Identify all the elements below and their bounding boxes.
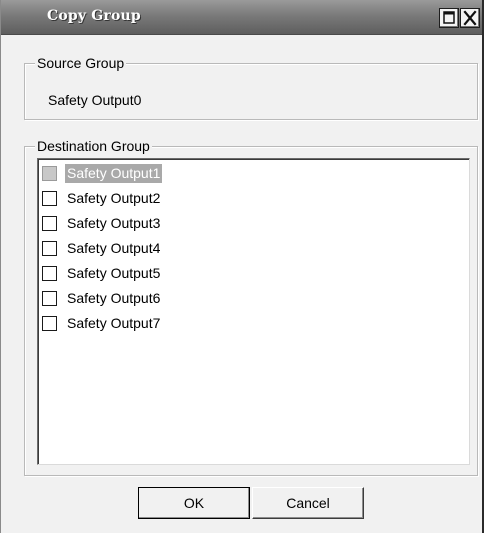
destination-list[interactable]: Safety Output1 Safety Output2 Safety Out…	[37, 158, 470, 465]
checkbox[interactable]	[42, 215, 57, 231]
checkbox[interactable]	[42, 240, 57, 256]
checkbox[interactable]	[42, 190, 57, 206]
list-item[interactable]: Safety Output3	[42, 213, 162, 233]
checkbox[interactable]	[42, 290, 57, 306]
list-item[interactable]: Safety Output6	[42, 288, 162, 308]
list-item[interactable]: Safety Output5	[42, 263, 162, 283]
cancel-button[interactable]: Cancel	[252, 487, 364, 519]
destination-group-box: Destination Group Safety Output1 Safety …	[24, 138, 478, 476]
window-title: Copy Group	[47, 8, 141, 24]
maximize-icon	[443, 11, 455, 24]
list-item[interactable]: Safety Output4	[42, 238, 162, 258]
checkbox[interactable]	[42, 265, 57, 281]
source-group-value: Safety Output0	[48, 92, 142, 108]
title-bar[interactable]: Copy Group	[1, 0, 482, 35]
list-item[interactable]: Safety Output7	[42, 313, 162, 333]
copy-group-dialog: Copy Group Source Group Safety Output0 D…	[0, 0, 484, 533]
destination-group-legend: Destination Group	[35, 138, 152, 155]
list-item-label: Safety Output6	[67, 289, 161, 306]
list-item-label: Safety Output5	[67, 264, 161, 281]
checkbox[interactable]	[42, 315, 57, 331]
list-item-label: Safety Output4	[67, 239, 161, 256]
close-icon	[463, 10, 477, 26]
ok-button[interactable]: OK	[138, 487, 250, 519]
list-item-label: Safety Output1	[65, 163, 163, 183]
list-item-label: Safety Output2	[67, 189, 161, 206]
close-button[interactable]	[460, 8, 480, 28]
list-item[interactable]: Safety Output1	[42, 163, 163, 183]
list-item-label: Safety Output7	[67, 314, 161, 331]
list-item[interactable]: Safety Output2	[42, 188, 162, 208]
source-group-box: Source Group Safety Output0	[24, 55, 478, 120]
checkbox	[42, 165, 57, 181]
source-group-legend: Source Group	[35, 55, 127, 72]
list-item-label: Safety Output3	[67, 214, 161, 231]
maximize-button[interactable]	[439, 8, 459, 28]
